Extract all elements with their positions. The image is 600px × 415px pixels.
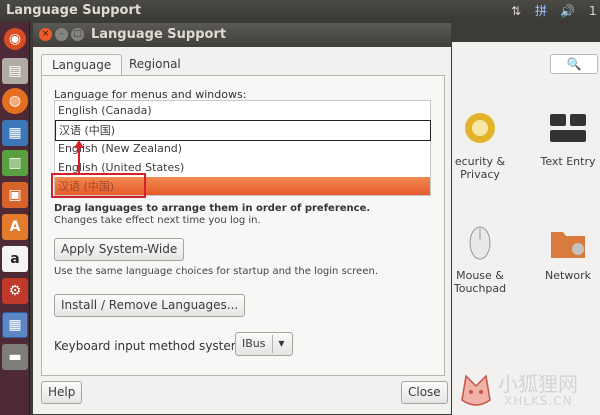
drag-hint-text: Drag languages to arrange them in order … (54, 203, 371, 214)
mouse-touchpad-item[interactable]: Mouse & Touchpad (450, 224, 510, 295)
spreadsheet-icon[interactable]: ▥ (2, 150, 28, 176)
amazon-icon[interactable]: a (2, 246, 28, 272)
system-settings-window: 🔍 ecurity & Privacy Text Entry Mouse & T… (450, 42, 600, 415)
language-support-dialog: × – □ Language Support Language Regional… (32, 22, 452, 415)
panel-app-title: Language Support (6, 3, 142, 18)
text-entry-label: Text Entry (540, 155, 596, 168)
security-privacy-item[interactable]: ecurity & Privacy (450, 110, 510, 181)
keyboard-input-method-label: Keyboard input method system: (54, 339, 247, 353)
keyboard-icon (550, 114, 586, 142)
language-row-english-new-zealand[interactable]: English (New Zealand) (55, 139, 430, 158)
dialog-title: Language Support (91, 27, 227, 42)
file-manager-icon[interactable]: ▤ (2, 58, 28, 84)
ubuntu-dash-icon[interactable]: ◉ (4, 28, 26, 50)
search-button[interactable]: 🔍 (550, 54, 598, 74)
security-privacy-label: ecurity & Privacy (454, 155, 506, 181)
keyboard-input-method-value: IBus (242, 337, 266, 350)
volume-icon[interactable]: 🔊 (560, 3, 575, 19)
tab-regional-formats[interactable]: Regional Formats (119, 54, 191, 91)
firefox-icon[interactable]: ◍ (2, 88, 28, 114)
same-language-hint-text: Use the same language choices for startu… (54, 266, 378, 277)
disk-icon[interactable]: ▬ (2, 344, 28, 370)
network-item[interactable]: Network (536, 224, 600, 282)
watermark-logo: 小狐狸网 XHLKS.CN (456, 362, 596, 412)
launcher: ◉ ▤ ◍ ▦ ▥ ▣ A a ⚙ ▦ ▬ (0, 22, 30, 415)
red-arrow-annotation (74, 140, 84, 174)
text-entry-item[interactable]: Text Entry (536, 110, 600, 168)
top-panel: Language Support ⇅ 拼 🔊 1 (0, 0, 600, 22)
system-settings-icon[interactable]: ⚙ (2, 278, 28, 304)
mouse-touchpad-label: Mouse & Touchpad (453, 269, 507, 295)
software-center-icon[interactable]: A (2, 214, 28, 240)
documents-icon[interactable]: ▦ (2, 120, 28, 146)
network-folder-icon (551, 232, 585, 258)
apply-system-wide-button[interactable]: Apply System-Wide (54, 238, 185, 261)
mouse-icon (469, 226, 491, 260)
language-tab-panel: Language for menus and windows: English … (41, 75, 445, 376)
dragged-language-row[interactable]: 汉语 (中国) (55, 120, 431, 141)
indicator-count[interactable]: 1 (589, 3, 597, 19)
changes-hint-text: Changes take effect next time you log in… (54, 215, 261, 226)
keyboard-input-method-select[interactable]: IBus ▼ (235, 332, 293, 356)
red-highlight-annotation (51, 173, 146, 198)
input-method-icon[interactable]: 拼 (535, 3, 547, 19)
network-icon[interactable]: ⇅ (511, 3, 521, 19)
install-remove-languages-button[interactable]: Install / Remove Languages... (54, 294, 246, 317)
chevron-down-icon: ▼ (272, 335, 290, 353)
close-window-icon[interactable]: × (39, 28, 52, 41)
minimize-window-icon[interactable]: – (55, 28, 68, 41)
network-label: Network (545, 269, 591, 282)
workspace-switcher-icon[interactable]: ▦ (2, 312, 28, 338)
watermark-text: 小狐狸网 (498, 372, 578, 396)
tab-language[interactable]: Language (41, 54, 123, 76)
maximize-window-icon[interactable]: □ (71, 28, 84, 41)
presentation-icon[interactable]: ▣ (2, 182, 28, 208)
security-privacy-icon (465, 113, 495, 143)
help-button[interactable]: Help (41, 381, 83, 404)
language-row-english-canada[interactable]: English (Canada) (55, 101, 430, 120)
close-button[interactable]: Close (401, 381, 448, 404)
watermark-subtext: XHLKS.CN (504, 394, 573, 408)
dialog-titlebar: × – □ Language Support (33, 23, 451, 47)
